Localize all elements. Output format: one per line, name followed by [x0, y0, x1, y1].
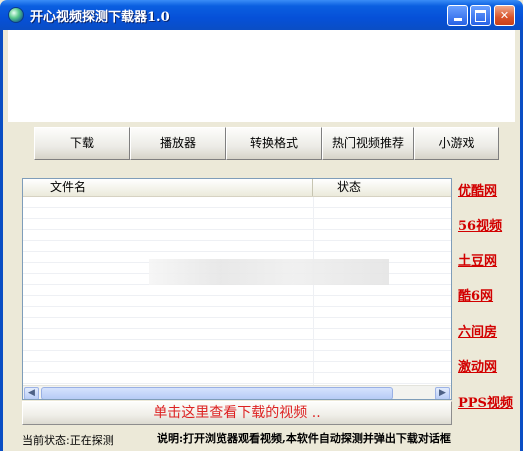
column-header-status[interactable]: 状态 — [313, 179, 361, 196]
download-button[interactable]: 下载 — [34, 127, 130, 160]
scroll-left-button[interactable]: ◀ — [24, 387, 39, 399]
link-joy[interactable]: 激动网 — [458, 356, 497, 375]
list-row — [23, 373, 451, 384]
mini-games-button[interactable]: 小游戏 — [414, 127, 499, 160]
list-row — [23, 230, 451, 241]
scroll-right-button[interactable]: ▶ — [435, 387, 450, 399]
toolbar: 下载 播放器 转换格式 热门视频推荐 小游戏 — [34, 127, 499, 160]
link-tudou[interactable]: 土豆网 — [458, 250, 497, 269]
list-row — [23, 296, 451, 307]
list-row — [23, 285, 451, 296]
window-title: 开心视频探测下载器1.0 — [30, 10, 170, 25]
horizontal-scrollbar[interactable]: ◀ ▶ — [23, 385, 451, 399]
list-row — [23, 208, 451, 219]
link-youku[interactable]: 优酷网 — [458, 180, 497, 199]
list-row — [23, 351, 451, 362]
obscured-content — [149, 259, 389, 285]
minimize-button[interactable] — [447, 5, 468, 26]
arrow-right-icon: ▶ — [439, 388, 446, 398]
hot-videos-button[interactable]: 热门视频推荐 — [322, 127, 414, 160]
link-pps[interactable]: PPS视频 — [458, 392, 513, 411]
minimize-icon — [453, 18, 462, 21]
link-6rooms[interactable]: 六间房 — [458, 321, 497, 340]
list-row — [23, 241, 451, 252]
list-row — [23, 219, 451, 230]
list-row — [23, 307, 451, 318]
list-row — [23, 197, 451, 208]
link-56[interactable]: 56视频 — [458, 215, 502, 234]
player-button[interactable]: 播放器 — [130, 127, 226, 160]
view-downloads-button[interactable]: 单击这里查看下载的视频 .. — [22, 401, 452, 425]
column-header-filename[interactable]: 文件名 — [23, 179, 313, 196]
browser-area[interactable] — [8, 30, 515, 122]
column-divider — [313, 197, 314, 385]
status-current: 当前状态:正在探测 — [22, 434, 114, 447]
title-bar[interactable]: 开心视频探测下载器1.0 ✕ — [0, 0, 523, 30]
list-rows — [23, 197, 451, 385]
maximize-icon — [475, 10, 486, 22]
close-button[interactable]: ✕ — [494, 5, 515, 26]
close-icon: ✕ — [499, 9, 510, 22]
list-row — [23, 318, 451, 329]
status-note: 说明:打开浏览器观看视频,本软件自动探测并弹出下载对话框 — [157, 432, 451, 445]
list-row — [23, 329, 451, 340]
maximize-button[interactable] — [470, 5, 491, 26]
arrow-left-icon: ◀ — [28, 388, 35, 398]
list-row — [23, 362, 451, 373]
download-list[interactable]: 文件名 状态 ◀ ▶ — [22, 178, 452, 400]
list-header: 文件名 状态 — [23, 179, 451, 197]
list-row — [23, 340, 451, 351]
link-ku6[interactable]: 酷6网 — [458, 285, 493, 304]
convert-format-button[interactable]: 转换格式 — [226, 127, 322, 160]
scrollbar-thumb[interactable] — [41, 387, 393, 399]
app-icon — [8, 7, 24, 23]
